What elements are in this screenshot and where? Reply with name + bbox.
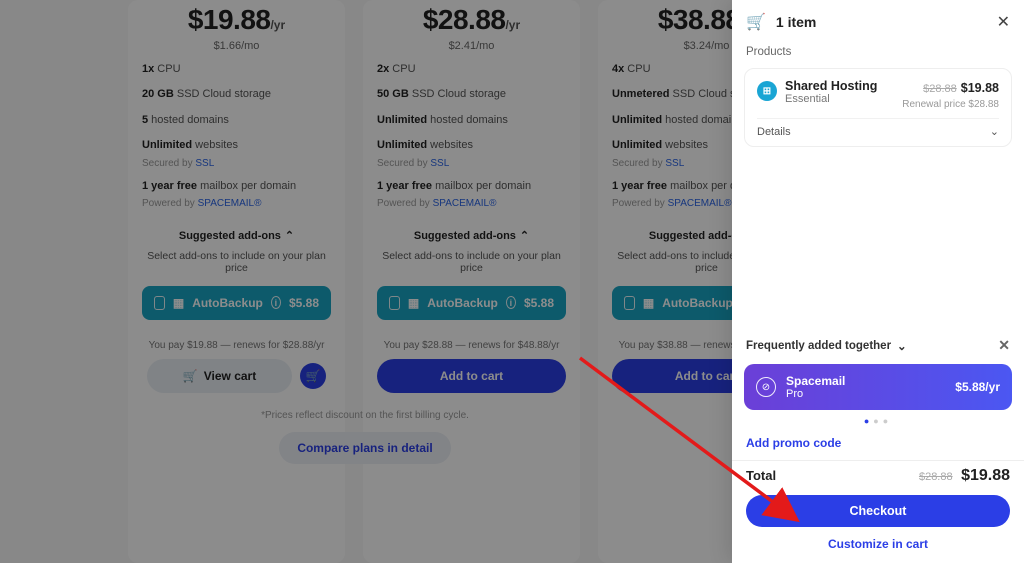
details-toggle[interactable]: Details ⌄ <box>757 118 999 138</box>
product-name: Shared Hosting <box>785 79 877 93</box>
chevron-down-icon: ⌄ <box>990 125 999 138</box>
product-tier: Essential <box>785 93 877 105</box>
product-price-new: $19.88 <box>961 81 999 95</box>
total-label: Total <box>746 468 776 483</box>
cart-product-card: ⊞ Shared Hosting Essential $28.88$19.88 … <box>744 68 1012 147</box>
cart-icon: 🛒 <box>746 12 766 32</box>
upsell-name: Spacemail <box>786 374 845 388</box>
product-renewal: Renewal price $28.88 <box>902 99 999 110</box>
cart-drawer: 🛒 1 item ✕ Products ⊞ Shared Hosting Ess… <box>732 0 1024 563</box>
total-old: $28.88 <box>919 471 953 483</box>
cart-title: 1 item <box>776 14 816 30</box>
upsell-tier: Pro <box>786 388 845 400</box>
chevron-down-icon[interactable]: ⌄ <box>897 339 907 353</box>
upsell-price: $5.88/yr <box>955 380 1000 394</box>
close-icon[interactable]: ✕ <box>997 12 1010 32</box>
product-icon: ⊞ <box>757 81 777 101</box>
product-price-old: $28.88 <box>923 83 957 95</box>
customize-in-cart-link[interactable]: Customize in cart <box>732 533 1024 563</box>
denied-icon: ⊘ <box>756 377 776 397</box>
add-promo-code-link[interactable]: Add promo code <box>732 426 1024 460</box>
frequently-added-label: Frequently added together <box>746 340 891 352</box>
close-icon[interactable]: ✕ <box>998 337 1010 354</box>
carousel-dots[interactable]: ●●● <box>732 410 1024 426</box>
total-new: $19.88 <box>961 467 1010 484</box>
upsell-spacemail[interactable]: ⊘ Spacemail Pro $5.88/yr <box>744 364 1012 410</box>
products-label: Products <box>732 40 1024 68</box>
overlay-dim[interactable] <box>0 0 732 563</box>
checkout-button[interactable]: Checkout <box>746 495 1010 527</box>
